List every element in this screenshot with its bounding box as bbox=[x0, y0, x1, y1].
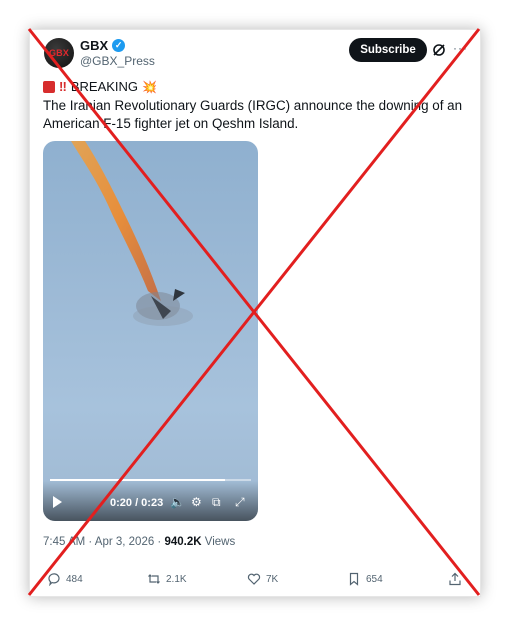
double-exclamation-emoji: ‼ bbox=[59, 79, 67, 94]
bookmark-count: 654 bbox=[366, 573, 383, 585]
settings-icon[interactable]: ⚙ bbox=[191, 495, 202, 509]
action-bar: 484 2.1K 7K 654 bbox=[45, 572, 465, 590]
timestamp[interactable]: 7:45 AM · Apr 3, 2026 · bbox=[43, 536, 164, 548]
author-handle[interactable]: @GBX_Press bbox=[80, 54, 155, 68]
video-progress-fill bbox=[50, 479, 225, 481]
like-button[interactable]: 7K bbox=[247, 572, 278, 586]
pip-icon[interactable]: ⧉ bbox=[212, 495, 221, 510]
reply-count: 484 bbox=[66, 573, 83, 585]
like-count: 7K bbox=[266, 573, 279, 585]
share-icon bbox=[449, 572, 461, 586]
fullscreen-icon[interactable]: ⤢ bbox=[235, 495, 245, 510]
explosion-emoji: 💥 bbox=[142, 79, 157, 94]
post-meta: 7:45 AM · Apr 3, 2026 · 940.2K Views bbox=[43, 536, 235, 548]
grok-icon[interactable] bbox=[432, 43, 446, 57]
repost-icon bbox=[148, 574, 160, 584]
verified-icon: ✓ bbox=[112, 39, 126, 52]
like-icon bbox=[247, 573, 261, 585]
views-label: Views bbox=[201, 536, 236, 548]
views-count: 940.2K bbox=[164, 536, 202, 548]
reply-icon bbox=[48, 573, 60, 586]
video-player[interactable]: 0:20 / 0:23 🔈 ⚙ ⧉ ⤢ bbox=[43, 141, 258, 521]
bookmark-icon bbox=[349, 572, 359, 586]
volume-icon[interactable]: 🔈 bbox=[170, 495, 185, 509]
author-name-row[interactable]: GBX ✓ bbox=[80, 38, 126, 53]
share-button[interactable] bbox=[448, 572, 462, 586]
post-body: The Iranian Revolutionary Guards (IRGC) … bbox=[43, 98, 463, 131]
siren-emoji bbox=[43, 80, 55, 93]
repost-count: 2.1K bbox=[166, 573, 187, 585]
breaking-label: BREAKING bbox=[70, 79, 139, 94]
display-name[interactable]: GBX bbox=[80, 38, 108, 53]
more-icon[interactable]: ··· bbox=[453, 41, 468, 55]
play-icon[interactable] bbox=[53, 496, 62, 508]
reply-button[interactable]: 484 bbox=[47, 572, 83, 586]
avatar[interactable]: GBX bbox=[44, 38, 74, 68]
avatar-logo-text: GBX bbox=[48, 48, 70, 58]
video-time: 0:20 / 0:23 bbox=[110, 497, 164, 509]
repost-button[interactable]: 2.1K bbox=[147, 572, 187, 586]
bookmark-button[interactable]: 654 bbox=[347, 572, 383, 586]
subscribe-button[interactable]: Subscribe bbox=[349, 38, 427, 62]
video-progress[interactable] bbox=[50, 479, 251, 481]
video-frame bbox=[71, 141, 193, 326]
breaking-line: ‼ BREAKING 💥 bbox=[43, 79, 157, 94]
